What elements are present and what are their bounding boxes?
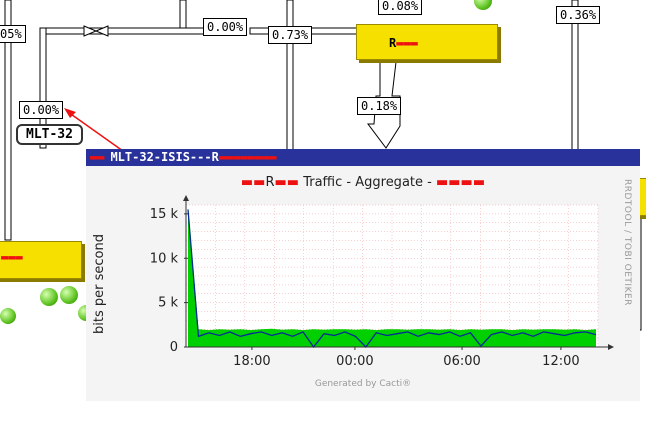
x-tick-label: 12:00 <box>542 354 579 369</box>
map-label-link-4[interactable]: 0.36% <box>556 6 601 24</box>
map-label-link-5[interactable]: 0.00% <box>19 101 64 119</box>
redacted-scribble: ▬▬▬ <box>396 36 418 50</box>
x-axis-arrow <box>608 344 614 350</box>
y-tick-label: 0 <box>170 340 178 355</box>
router-node-left[interactable]: ▬▬▬ <box>0 241 82 279</box>
map-label-link-2[interactable]: 0.73% <box>268 26 313 44</box>
x-tick-label: 18:00 <box>233 354 270 369</box>
router-node-r[interactable]: R▬▬▬ <box>356 24 498 60</box>
graph-plot: 15 k 10 k 5 k 0 18:00 00:00 06:00 12:00 <box>150 195 614 369</box>
status-light <box>0 308 16 324</box>
node-tag-mlt32[interactable]: MLT-32 <box>16 124 83 145</box>
redacted-scribble-left: ▬▬▬ <box>1 250 23 264</box>
y-tick-label: 10 k <box>150 251 179 266</box>
map-label-left-edge[interactable]: 05% <box>0 25 26 43</box>
map-label-link-1[interactable]: 0.00% <box>203 18 248 36</box>
link-vert-a <box>179 0 187 29</box>
map-label-link-3[interactable]: 0.08% <box>378 0 423 15</box>
y-axis-arrow <box>183 195 189 201</box>
link-vert-b <box>286 0 294 151</box>
y-tick-label: 5 k <box>158 296 178 311</box>
status-light <box>40 288 58 306</box>
cacti-graph-popup[interactable]: ▬▬ MLT-32-ISIS---R▬▬▬▬▬▬▬▬ ▬▬R▬▬ Traffic … <box>86 149 640 401</box>
status-light <box>60 286 78 304</box>
y-tick-label: 15 k <box>150 207 179 222</box>
x-tick-label: 06:00 <box>443 354 480 369</box>
map-label-link-6[interactable]: 0.18% <box>357 97 402 115</box>
link-top-left <box>39 27 209 35</box>
x-tick-label: 00:00 <box>336 354 373 369</box>
